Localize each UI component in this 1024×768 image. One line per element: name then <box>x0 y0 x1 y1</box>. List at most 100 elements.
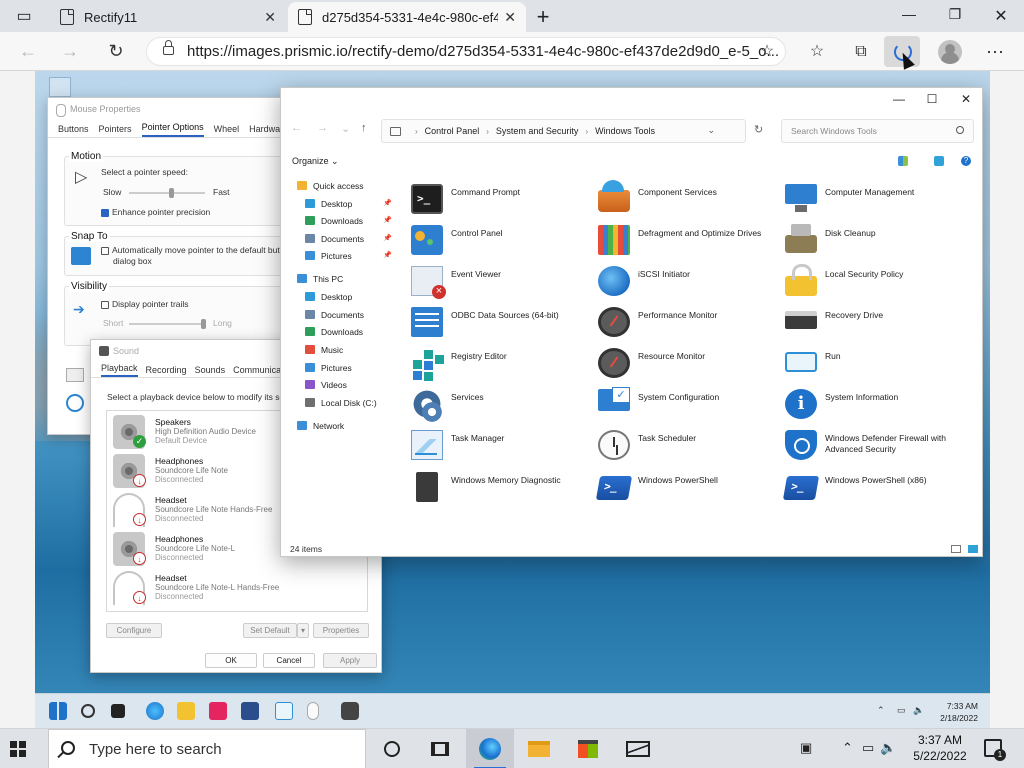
minimize-icon[interactable]: — <box>894 6 924 22</box>
more-menu-icon[interactable]: ⋯ <box>984 41 1006 63</box>
tool-item[interactable]: Run <box>781 344 966 384</box>
sidebar-item[interactable]: Local Disk (C:) <box>305 395 377 410</box>
tab-wheel[interactable]: Wheel <box>214 124 240 137</box>
tab-sounds[interactable]: Sounds <box>195 365 226 377</box>
tool-item[interactable]: System Information <box>781 385 966 425</box>
mouse-settings-icon[interactable] <box>307 702 319 720</box>
sidebar-item[interactable]: Documents <box>305 307 364 322</box>
properties-button[interactable]: Properties <box>313 623 369 638</box>
tool-item[interactable]: Disk Cleanup <box>781 221 966 261</box>
tab-buttons[interactable]: Buttons <box>58 124 89 137</box>
new-tab-icon[interactable]: + <box>532 6 554 28</box>
breadcrumb[interactable]: › Control Panel › System and Security › … <box>381 119 746 143</box>
apply-button[interactable]: Apply <box>323 653 377 668</box>
sidebar-item[interactable]: Music <box>305 342 343 357</box>
configure-button[interactable]: Configure <box>106 623 162 638</box>
breadcrumb-system-security[interactable]: System and Security <box>496 126 579 136</box>
network-icon[interactable]: ▭ <box>862 740 874 756</box>
sidebar-item[interactable]: Documents <box>305 231 364 246</box>
tool-item[interactable]: ODBC Data Sources (64-bit) <box>407 303 592 343</box>
taskbar-store[interactable] <box>564 729 612 768</box>
recent-dropdown-icon[interactable]: ⌄ <box>341 122 350 135</box>
browser-tab-rectify11[interactable]: Rectify11 ✕ <box>50 2 286 32</box>
tool-item[interactable]: Task Scheduler <box>594 426 779 466</box>
close-window-icon[interactable]: ✕ <box>986 6 1016 26</box>
taskbar-mail[interactable] <box>614 729 662 768</box>
tiles-view-icon[interactable] <box>968 545 978 553</box>
pointer-speed-slider[interactable] <box>129 188 205 198</box>
back-icon[interactable]: ← <box>291 122 302 134</box>
tool-item[interactable]: Windows Memory Diagnostic <box>407 468 592 508</box>
tab-hardware[interactable]: Hardwa <box>249 124 280 137</box>
tool-item[interactable]: Windows PowerShell (x86) <box>781 468 966 508</box>
change-view-icon[interactable] <box>898 156 908 166</box>
tool-item[interactable]: Local Security Policy <box>781 262 966 302</box>
tool-item[interactable]: iSCSI Initiator <box>594 262 779 302</box>
tab-actions-icon[interactable]: ▭ <box>13 6 35 28</box>
set-default-button[interactable]: Set Default <box>243 623 297 638</box>
tool-item[interactable]: Windows Defender Firewall with Advanced … <box>781 426 966 466</box>
tool-item[interactable]: Component Services <box>594 180 779 220</box>
action-center-icon[interactable]: 1 <box>984 739 1006 761</box>
minimize-icon[interactable]: — <box>889 92 909 106</box>
tray-chevron-icon[interactable]: ⌃ <box>877 705 885 716</box>
recycle-bin-icon[interactable] <box>49 77 71 97</box>
tool-item[interactable]: Defragment and Optimize Drives <box>594 221 779 261</box>
tab-pointer-options[interactable]: Pointer Options <box>141 122 204 137</box>
device-headset-l[interactable]: ↓ Headset Soundcore Life Note-L Hands-Fr… <box>107 569 367 608</box>
taskbar-file-explorer[interactable] <box>515 729 563 768</box>
favorites-icon[interactable]: ☆ <box>806 41 828 63</box>
edge-icon[interactable] <box>146 702 164 720</box>
sidebar-item[interactable]: Desktop <box>305 196 352 211</box>
refresh-icon[interactable]: ↻ <box>754 123 763 136</box>
restore-icon[interactable]: ❐ <box>940 6 970 23</box>
details-view-icon[interactable] <box>951 545 961 553</box>
store-app-icon[interactable] <box>275 702 293 720</box>
tool-item[interactable]: Resource Monitor <box>594 344 779 384</box>
tool-item[interactable]: Windows PowerShell <box>594 468 779 508</box>
tab-recording[interactable]: Recording <box>146 365 187 377</box>
sound-settings-icon[interactable] <box>341 702 359 720</box>
volume-icon[interactable]: 🔈 <box>913 705 924 716</box>
sidebar-item[interactable]: Desktop <box>305 289 352 304</box>
add-favorite-icon[interactable]: ☆ <box>756 41 778 63</box>
browser-tab-image[interactable]: d275d354-5331-4e4c-980c-ef43 ✕ <box>288 2 526 32</box>
search-icon[interactable] <box>81 704 95 718</box>
tool-item[interactable]: Command Prompt <box>407 180 592 220</box>
preview-pane-icon[interactable] <box>934 156 944 166</box>
tool-item[interactable]: Event Viewer <box>407 262 592 302</box>
file-explorer-icon[interactable] <box>177 702 195 720</box>
breadcrumb-windows-tools[interactable]: Windows Tools <box>595 126 655 136</box>
sidebar-item[interactable]: Quick access <box>297 178 364 193</box>
media-player-icon[interactable] <box>209 702 227 720</box>
set-default-dropdown-icon[interactable]: ▾ <box>297 623 309 638</box>
sidebar-item[interactable]: Downloads <box>305 213 363 228</box>
sidebar-item[interactable]: This PC <box>297 271 343 286</box>
trails-checkbox[interactable]: Display pointer trails <box>101 299 189 309</box>
sidebar-item[interactable]: Pictures <box>305 360 352 375</box>
profile-avatar[interactable] <box>938 40 962 64</box>
task-view-icon[interactable] <box>111 704 125 718</box>
taskbar-edge[interactable] <box>466 729 514 768</box>
maximize-icon[interactable]: ☐ <box>922 92 942 106</box>
calendar-app-icon[interactable] <box>241 702 259 720</box>
tool-item[interactable]: Performance Monitor <box>594 303 779 343</box>
tab-communications[interactable]: Communica <box>233 365 281 377</box>
tool-item[interactable]: Services <box>407 385 592 425</box>
forward-icon[interactable]: → <box>58 40 82 62</box>
organize-button[interactable]: Organize ⌄ <box>292 156 339 167</box>
start-icon[interactable] <box>49 702 67 720</box>
search-input[interactable]: Search Windows Tools <box>781 119 974 143</box>
task-view-button[interactable] <box>416 729 464 768</box>
remote-clock[interactable]: 7:33 AM 2/18/2022 <box>940 700 978 724</box>
network-icon[interactable]: ▭ <box>897 705 906 716</box>
tool-item[interactable]: Task Manager <box>407 426 592 466</box>
forward-icon[interactable]: → <box>317 122 328 134</box>
tool-item[interactable]: Control Panel <box>407 221 592 261</box>
tool-item[interactable]: Registry Editor <box>407 344 592 384</box>
precision-checkbox[interactable]: Enhance pointer precision <box>101 207 210 217</box>
sidebar-item[interactable]: Videos <box>305 377 347 392</box>
cancel-button[interactable]: Cancel <box>263 653 315 668</box>
cortana-button[interactable] <box>368 729 416 768</box>
refresh-icon[interactable]: ↻ <box>104 40 128 62</box>
